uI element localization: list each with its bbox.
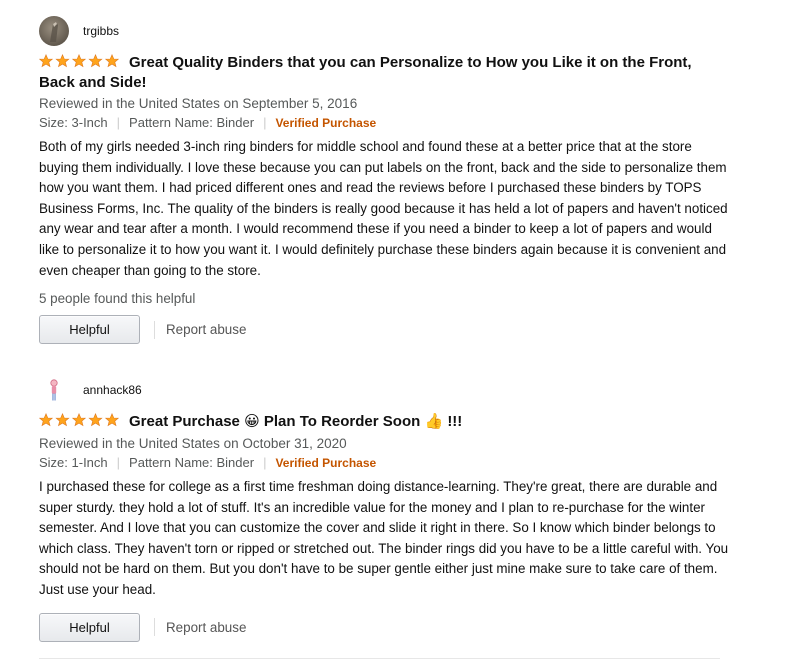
divider: | [263, 115, 267, 130]
pattern-label[interactable]: Pattern Name: Binder [129, 115, 254, 130]
review-title[interactable]: Great Purchase 😀 Plan To Reorder Soon 👍 … [129, 412, 463, 430]
avatar[interactable] [39, 375, 69, 405]
review-title-row: Great Purchase 😀 Plan To Reorder Soon 👍 … [39, 412, 729, 432]
reviewer-name[interactable]: trgibbs [83, 24, 119, 38]
grinning-face-icon: 😀 [244, 412, 260, 430]
review-title-part: Plan To Reorder Soon [263, 413, 421, 430]
review-title-part: Great Purchase [129, 413, 240, 430]
divider [154, 320, 155, 339]
helpful-button[interactable]: Helpful [39, 612, 140, 642]
thumbs-up-icon: 👍 [424, 412, 444, 430]
size-label[interactable]: Size: 1-Inch [39, 455, 108, 470]
review-actions: Helpful Report abuse [39, 315, 729, 345]
five-stars-icon [39, 413, 120, 427]
pattern-label[interactable]: Pattern Name: Binder [129, 455, 254, 470]
review-title-row: Great Quality Binders that you can Perso… [39, 53, 729, 92]
review-card: annhack86 Great Purchase 😀 Plan To Reord… [39, 373, 729, 642]
section-divider [39, 658, 720, 659]
report-abuse-link[interactable]: Report abuse [166, 620, 246, 635]
verified-purchase-badge: Verified Purchase [275, 456, 377, 470]
helpful-button[interactable]: Helpful [39, 315, 140, 345]
divider: | [263, 455, 267, 470]
report-abuse-link[interactable]: Report abuse [166, 322, 246, 337]
review-date: Reviewed in the United States on October… [39, 436, 347, 451]
reviewer-name[interactable]: annhack86 [83, 383, 142, 397]
five-stars-icon [39, 54, 120, 68]
review-body: Both of my girls needed 3-inch ring bind… [39, 139, 728, 278]
review-format-row: Size: 1-Inch | Pattern Name: Binder | Verifi… [39, 454, 729, 472]
divider [154, 618, 155, 637]
star-rating[interactable] [39, 413, 121, 432]
review-title[interactable]: Great Quality Binders that you can Perso… [39, 54, 692, 91]
review-body: I purchased these for college as a first… [39, 479, 729, 597]
review-title-part: !!! [447, 413, 463, 430]
star-rating[interactable] [39, 54, 121, 73]
review-actions: Helpful Report abuse [39, 612, 729, 642]
review-date: Reviewed in the United States on Septemb… [39, 96, 358, 111]
reviewer-profile[interactable]: annhack86 [39, 373, 729, 407]
review-card: trgibbs Great Quality Binders that you c… [39, 14, 729, 345]
review-format-row: Size: 3-Inch | Pattern Name: Binder | Verifi… [39, 114, 729, 132]
divider: | [116, 455, 121, 470]
helpful-count: 5 people found this helpful [39, 291, 196, 307]
verified-purchase-badge: Verified Purchase [275, 116, 377, 130]
reviewer-profile[interactable]: trgibbs [39, 14, 729, 48]
avatar[interactable] [39, 16, 69, 46]
size-label[interactable]: Size: 3-Inch [39, 115, 108, 130]
divider: | [116, 115, 121, 130]
